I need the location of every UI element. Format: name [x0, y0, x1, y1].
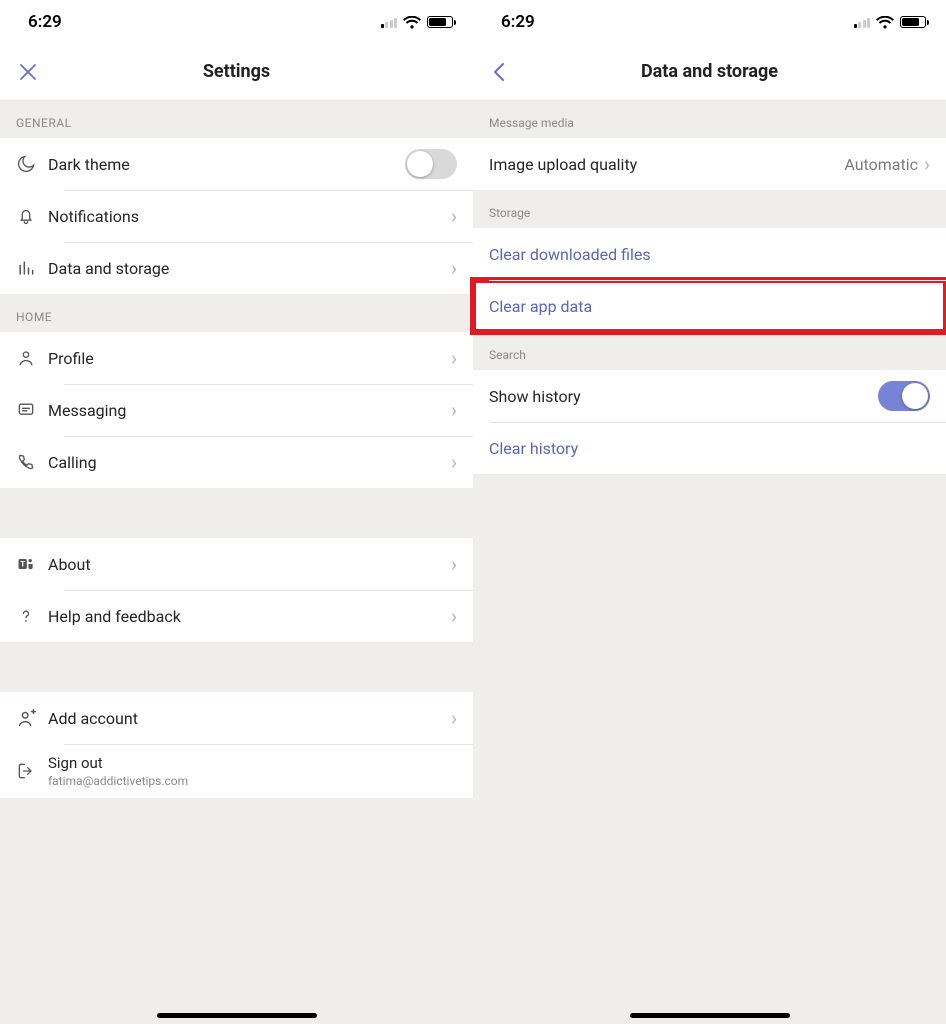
data-storage-row[interactable]: Data and storage › [0, 242, 473, 294]
chevron-right-icon: › [451, 452, 457, 472]
dark-theme-label: Dark theme [48, 155, 405, 174]
calling-row[interactable]: Calling › [0, 436, 473, 488]
messaging-row[interactable]: Messaging › [0, 384, 473, 436]
profile-row[interactable]: Profile › [0, 332, 473, 384]
wifi-icon [403, 16, 421, 29]
info-group: T About › Help and feedback › [0, 538, 473, 642]
about-label: About [48, 555, 451, 574]
add-account-row[interactable]: Add account › [0, 692, 473, 744]
calling-label: Calling [48, 453, 451, 472]
status-indicators [381, 16, 454, 29]
storage-group: Clear downloaded files Clear app data [473, 228, 946, 332]
chevron-right-icon: › [924, 154, 930, 174]
question-icon [16, 606, 48, 626]
battery-icon [900, 16, 926, 28]
clear-history-row[interactable]: Clear history [473, 422, 946, 474]
chevron-right-icon: › [451, 708, 457, 728]
general-group: Dark theme Notifications › Data and stor… [0, 138, 473, 294]
chevron-left-icon [491, 61, 507, 83]
status-bar: 6:29 [0, 0, 473, 44]
chevron-right-icon: › [451, 400, 457, 420]
notifications-label: Notifications [48, 207, 451, 226]
spacer [473, 474, 946, 1024]
about-row[interactable]: T About › [0, 538, 473, 590]
image-upload-quality-label: Image upload quality [489, 155, 844, 174]
dark-theme-row[interactable]: Dark theme [0, 138, 473, 190]
bars-icon [16, 258, 48, 278]
spacer [0, 798, 473, 1024]
sign-out-icon [16, 761, 48, 781]
show-history-row[interactable]: Show history [473, 370, 946, 422]
nav-bar: Data and storage [473, 44, 946, 100]
cellular-icon [854, 16, 871, 28]
chevron-right-icon: › [451, 258, 457, 278]
person-add-icon [16, 707, 48, 729]
section-header-storage: Storage [473, 190, 946, 228]
settings-screen: 6:29 Settings GENERAL Dark theme [0, 0, 473, 1024]
home-indicator[interactable] [157, 1013, 317, 1018]
moon-icon [16, 154, 48, 174]
help-label: Help and feedback [48, 607, 451, 626]
cellular-icon [381, 16, 398, 28]
status-time: 6:29 [501, 12, 535, 32]
teams-icon: T [16, 554, 48, 574]
search-group: Show history Clear history [473, 370, 946, 474]
page-title: Settings [203, 61, 270, 82]
account-group: Add account › Sign out fatima@addictivet… [0, 692, 473, 798]
notifications-row[interactable]: Notifications › [0, 190, 473, 242]
home-indicator[interactable] [630, 1013, 790, 1018]
page-title: Data and storage [641, 61, 778, 82]
clear-app-data-row[interactable]: Clear app data [473, 280, 946, 332]
section-header-media: Message media [473, 100, 946, 138]
status-bar: 6:29 [473, 0, 946, 44]
section-header-search: Search [473, 332, 946, 370]
chevron-right-icon: › [451, 348, 457, 368]
battery-icon [427, 16, 453, 28]
sign-out-label: Sign out [48, 754, 457, 772]
person-icon [16, 348, 48, 368]
section-header-general: GENERAL [0, 100, 473, 138]
svg-text:T: T [20, 560, 25, 569]
spacer [0, 488, 473, 538]
home-group: Profile › Messaging › Calling › [0, 332, 473, 488]
messaging-label: Messaging [48, 401, 451, 420]
dark-theme-toggle[interactable] [405, 149, 457, 179]
sign-out-email: fatima@addictivetips.com [48, 774, 457, 788]
clear-downloaded-row[interactable]: Clear downloaded files [473, 228, 946, 280]
clear-app-data-label: Clear app data [489, 297, 930, 316]
media-group: Image upload quality Automatic › [473, 138, 946, 190]
sign-out-row[interactable]: Sign out fatima@addictivetips.com [0, 744, 473, 798]
spacer [0, 642, 473, 692]
data-storage-label: Data and storage [48, 259, 451, 278]
close-button[interactable] [18, 62, 38, 82]
chevron-right-icon: › [451, 206, 457, 226]
status-time: 6:29 [28, 12, 62, 32]
section-header-home: HOME [0, 294, 473, 332]
add-account-label: Add account [48, 709, 451, 728]
chevron-right-icon: › [451, 606, 457, 626]
back-button[interactable] [491, 61, 507, 83]
profile-label: Profile [48, 349, 451, 368]
show-history-toggle[interactable] [878, 381, 930, 411]
close-icon [18, 62, 38, 82]
show-history-label: Show history [489, 387, 878, 406]
wifi-icon [876, 16, 894, 29]
bell-icon [16, 206, 48, 226]
data-storage-screen: 6:29 Data and storage Message media Imag… [473, 0, 946, 1024]
phone-icon [16, 452, 48, 472]
nav-bar: Settings [0, 44, 473, 100]
image-upload-quality-value: Automatic [844, 155, 918, 174]
clear-downloaded-label: Clear downloaded files [489, 245, 930, 264]
chevron-right-icon: › [451, 554, 457, 574]
chat-icon [16, 400, 48, 420]
clear-history-label: Clear history [489, 439, 930, 458]
image-upload-quality-row[interactable]: Image upload quality Automatic › [473, 138, 946, 190]
status-indicators [854, 16, 927, 29]
help-row[interactable]: Help and feedback › [0, 590, 473, 642]
